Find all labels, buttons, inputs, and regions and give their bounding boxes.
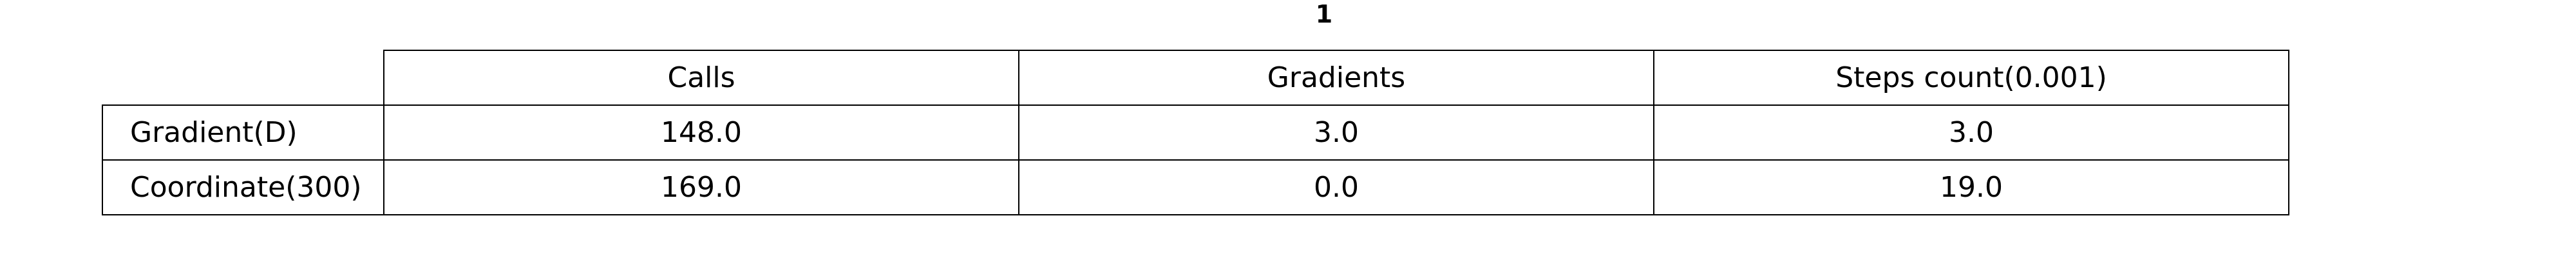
column-header-calls: Calls xyxy=(383,50,1019,106)
table-cell: 0.0 xyxy=(1018,159,1654,215)
header-row: Calls Gradients Steps count(0.001) xyxy=(102,50,2289,106)
table-cell: 3.0 xyxy=(1018,104,1654,161)
corner-cell xyxy=(102,50,384,106)
column-header-gradients: Gradients xyxy=(1018,50,1654,106)
table-cell: 169.0 xyxy=(383,159,1019,215)
data-table: Calls Gradients Steps count(0.001) Gradi… xyxy=(102,50,2289,215)
table-cell: 148.0 xyxy=(383,104,1019,161)
table-row: Gradient(D) 148.0 3.0 3.0 xyxy=(102,104,2289,161)
column-header-steps-count: Steps count(0.001) xyxy=(1653,50,2289,106)
row-label: Gradient(D) xyxy=(102,104,384,161)
table-cell: 3.0 xyxy=(1653,104,2289,161)
chart-title: 1 xyxy=(1315,0,1333,28)
table-row: Coordinate(300) 169.0 0.0 19.0 xyxy=(102,159,2289,215)
table-cell: 19.0 xyxy=(1653,159,2289,215)
row-label: Coordinate(300) xyxy=(102,159,384,215)
